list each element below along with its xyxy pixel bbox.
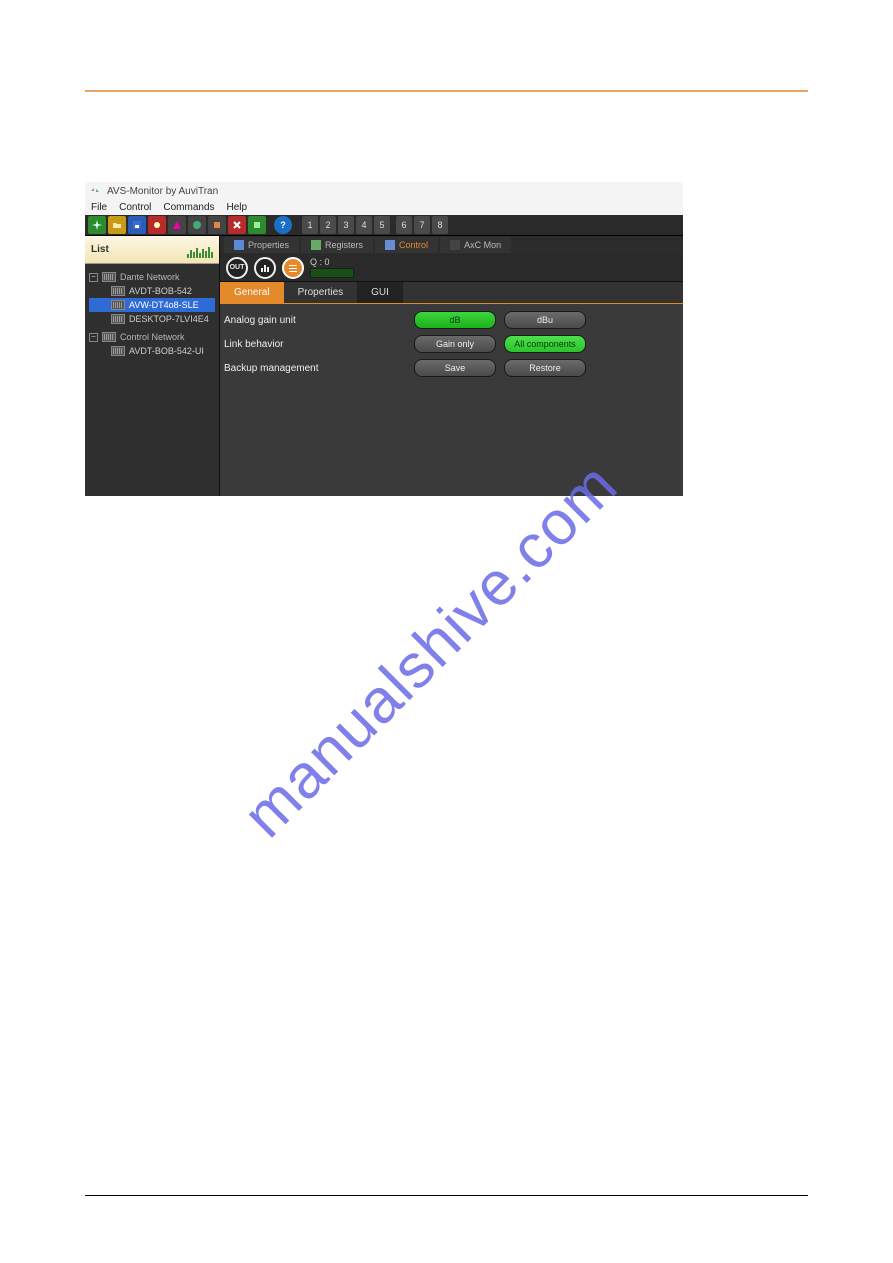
toolbar-btn-1[interactable] [88,216,106,234]
sidebar-header: List [85,236,219,264]
subtab-properties[interactable]: Properties [284,282,358,303]
toolbar-btn-6[interactable] [188,216,206,234]
setting-label: Analog gain unit [220,315,414,326]
axcmon-icon [450,240,460,250]
device-icon [111,300,125,310]
window-title: AVS-Monitor by AuviTran [107,186,218,197]
setting-link-behavior: Link behavior Gain only All components [220,332,683,356]
registers-icon [311,240,321,250]
tab-label: AxC Mon [464,240,501,250]
page-bottom-rule [85,1195,808,1196]
network-icon [102,272,116,282]
q-label: Q : 0 [310,257,354,267]
tab-properties[interactable]: Properties [224,237,299,253]
toolbar-btn-7[interactable] [208,216,226,234]
sidebar-spark-icon [115,242,213,258]
subtab-gui[interactable]: GUI [357,282,403,303]
sidebar-title: List [91,244,109,255]
tree-group-control-title[interactable]: − Control Network [89,330,215,344]
bars-icon [259,262,271,274]
tab-label: Registers [325,240,363,250]
list-icon [287,262,299,274]
tree-group-dante: − Dante Network AVDT-BOB-542 AVW-DT4o8-S… [89,270,215,326]
tree-item-label: AVDT-BOB-542-UI [129,346,204,356]
tab-label: Control [399,240,428,250]
list-button[interactable] [282,257,304,279]
toolbar-btn-9[interactable] [248,216,266,234]
collapse-icon[interactable]: − [89,273,98,282]
menu-commands[interactable]: Commands [163,202,214,213]
tree-group-control: − Control Network AVDT-BOB-542-UI [89,330,215,358]
control-icon [385,240,395,250]
device-icon [111,346,125,356]
tree-item-label: DESKTOP-7LVI4E4 [129,314,209,324]
option-all-components[interactable]: All components [504,335,586,353]
tree-item-desktop[interactable]: DESKTOP-7LVI4E4 [89,312,215,326]
network-icon [102,332,116,342]
expand-icon [89,184,101,199]
menu-help[interactable]: Help [227,202,248,213]
properties-icon [234,240,244,250]
setting-analog-gain: Analog gain unit dB dBu [220,308,683,332]
q-meter [310,268,354,278]
device-icon [111,314,125,324]
toolbar-close-icon[interactable] [228,216,246,234]
tab-label: Properties [248,240,289,250]
toolbar-btn-5[interactable] [168,216,186,234]
sub-tabbar: General Properties GUI [220,282,683,304]
device-tree: − Dante Network AVDT-BOB-542 AVW-DT4o8-S… [85,264,219,368]
toolbar-help-icon[interactable]: ? [274,216,292,234]
restore-button[interactable]: Restore [504,359,586,377]
device-icon [111,286,125,296]
collapse-icon[interactable]: − [89,333,98,342]
page-num-6[interactable]: 6 [396,216,412,234]
page-num-8[interactable]: 8 [432,216,448,234]
tab-control[interactable]: Control [375,237,438,253]
setting-label: Link behavior [220,339,414,350]
subtab-general[interactable]: General [220,282,284,303]
tab-registers[interactable]: Registers [301,237,373,253]
window-titlebar: AVS-Monitor by AuviTran [85,182,683,199]
page-top-rule [85,90,808,92]
tree-group-dante-title[interactable]: − Dante Network [89,270,215,284]
page-num-5[interactable]: 5 [374,216,390,234]
app-window: AVS-Monitor by AuviTran File Control Com… [85,182,683,496]
page-num-7[interactable]: 7 [414,216,430,234]
page-num-1[interactable]: 1 [302,216,318,234]
main-toolbar: ? 1 2 3 4 5 6 7 8 [85,215,683,236]
menu-file[interactable]: File [91,202,107,213]
toolbar-save-icon[interactable] [128,216,146,234]
setting-backup: Backup management Save Restore [220,356,683,380]
settings-panel: Analog gain unit dB dBu Link behavior Ga… [220,304,683,380]
toolbar-open-icon[interactable] [108,216,126,234]
tree-item-label: AVDT-BOB-542 [129,286,192,296]
main-panel: Properties Registers Control AxC Mon OUT [220,236,683,496]
page-num-3[interactable]: 3 [338,216,354,234]
sidebar: List − Dante Network AVDT-BOB-5 [85,236,220,496]
top-tabbar: Properties Registers Control AxC Mon [220,236,683,254]
chart-button[interactable] [254,257,276,279]
out-button[interactable]: OUT [226,257,248,279]
tree-item-avdt-bob-542[interactable]: AVDT-BOB-542 [89,284,215,298]
menu-control[interactable]: Control [119,202,151,213]
option-db[interactable]: dB [414,311,496,329]
toolbar-btn-4[interactable] [148,216,166,234]
tree-group-dante-label: Dante Network [120,272,180,282]
menu-bar: File Control Commands Help [85,199,683,215]
page-num-4[interactable]: 4 [356,216,372,234]
setting-label: Backup management [220,363,414,374]
out-row: OUT Q : 0 [220,254,683,282]
option-gain-only[interactable]: Gain only [414,335,496,353]
tree-item-avw-dt4o8[interactable]: AVW-DT4o8-SLE [89,298,215,312]
save-button[interactable]: Save [414,359,496,377]
tree-item-label: AVW-DT4o8-SLE [129,300,199,310]
tab-axcmon[interactable]: AxC Mon [440,237,511,253]
workspace: List − Dante Network AVDT-BOB-5 [85,236,683,496]
option-dbu[interactable]: dBu [504,311,586,329]
tree-group-control-label: Control Network [120,332,185,342]
page-num-2[interactable]: 2 [320,216,336,234]
tree-item-avdt-bob-542-ui[interactable]: AVDT-BOB-542-UI [89,344,215,358]
